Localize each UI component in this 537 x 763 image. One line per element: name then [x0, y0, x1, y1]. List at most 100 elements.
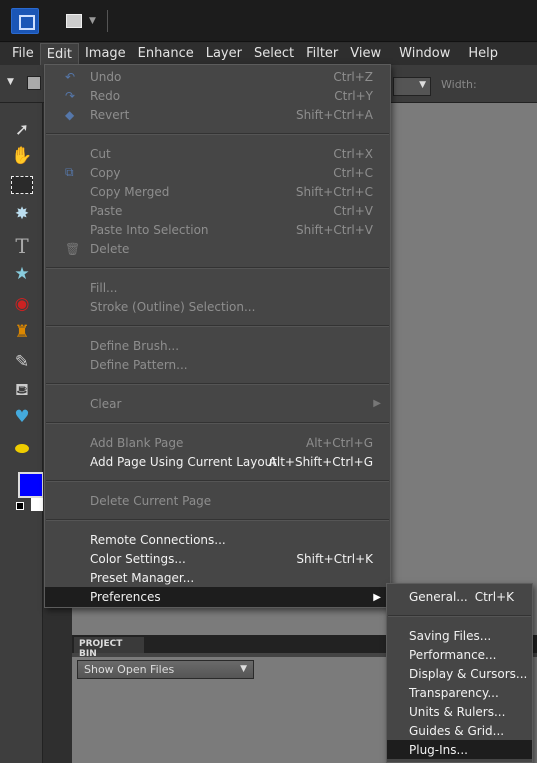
menu-image[interactable]: Image [79, 43, 132, 65]
label: Cut [90, 146, 111, 161]
label: Saving Files... [409, 628, 492, 643]
menu-window[interactable]: Window [393, 43, 456, 65]
menu-item-copy-merged[interactable]: Copy Merged Shift+Ctrl+C [45, 182, 390, 201]
shortcut: Shift+Ctrl+C [295, 184, 373, 199]
label: Add Blank Page [90, 435, 184, 450]
label: Paste [90, 203, 123, 218]
menu-bar: File Edit Image Enhance Layer Select Fil… [0, 43, 537, 65]
shortcut: Alt+Shift+Ctrl+G [268, 454, 373, 469]
menu-item-preferences[interactable]: Preferences ▶ [45, 587, 390, 607]
label: Color Settings... [90, 551, 186, 566]
heart-shape-icon[interactable]: ♥ [10, 406, 34, 428]
undo-icon: ↶ [65, 69, 76, 84]
menu-item-clear[interactable]: Clear ▶ [45, 394, 390, 413]
shortcut: Shift+Ctrl+K [296, 551, 373, 566]
mode-dropdown[interactable]: ▼ [393, 77, 431, 96]
menu-item-copy[interactable]: ⧉ Copy Ctrl+C [45, 163, 390, 182]
label: Preferences [90, 590, 161, 604]
menu-item-cut[interactable]: Cut Ctrl+X [45, 144, 390, 163]
menu-item-display-cursors[interactable]: Display & Cursors... [387, 664, 532, 683]
label: Fill... [90, 280, 118, 295]
menu-item-define-pattern[interactable]: Define Pattern... [45, 355, 390, 374]
menu-separator [45, 258, 390, 278]
revert-icon: ◆ [65, 107, 75, 122]
menu-item-remote-connections[interactable]: Remote Connections... [45, 530, 390, 549]
foreground-color-swatch[interactable] [18, 472, 44, 498]
menu-item-revert[interactable]: ◆ Revert Shift+Ctrl+A [45, 105, 390, 124]
menu-item-paste-into[interactable]: Paste Into Selection Shift+Ctrl+V [45, 220, 390, 239]
menu-item-define-brush[interactable]: Define Brush... [45, 336, 390, 355]
hand-tool-icon[interactable]: ✋ [10, 145, 34, 167]
chevron-down-icon[interactable]: ▼ [89, 16, 96, 26]
menu-item-plug-ins[interactable]: Plug-Ins... [387, 740, 532, 759]
preferences-submenu: General... Ctrl+K Saving Files... Perform… [386, 583, 533, 763]
brush-tool-icon[interactable]: ✎ [10, 351, 34, 373]
project-bin-tab[interactable]: PROJECT BIN [74, 637, 144, 659]
menu-item-saving-files[interactable]: Saving Files... [387, 626, 532, 645]
menu-item-fill[interactable]: Fill... [45, 278, 390, 297]
label: Preset Manager... [90, 570, 195, 585]
menu-enhance[interactable]: Enhance [132, 43, 200, 65]
shortcut: Ctrl+C [333, 165, 373, 180]
marquee-tool-icon[interactable] [11, 176, 33, 194]
eraser-tool-icon[interactable]: ⬬ [10, 438, 34, 460]
default-colors-icon[interactable] [16, 502, 24, 510]
menu-item-transparency[interactable]: Transparency... [387, 683, 532, 702]
shortcut: Ctrl+K [474, 589, 514, 604]
type-tool-icon[interactable]: T [10, 235, 34, 257]
shape-tool-icon[interactable]: ★ [10, 263, 34, 285]
label: Delete [90, 241, 130, 256]
label: Stroke (Outline) Selection... [90, 299, 256, 314]
menu-item-paste[interactable]: Paste Ctrl+V [45, 201, 390, 220]
label: Revert [90, 107, 130, 122]
label: Undo [90, 69, 122, 84]
paint-bucket-icon[interactable]: ⛾ [10, 379, 34, 401]
menu-item-stroke[interactable]: Stroke (Outline) Selection... [45, 297, 390, 316]
menu-item-performance[interactable]: Performance... [387, 645, 532, 664]
shortcut: Ctrl+Z [333, 69, 373, 84]
foreground-color [20, 474, 42, 496]
menu-help[interactable]: Help [462, 43, 504, 65]
menu-item-add-page-layout[interactable]: Add Page Using Current Layout Alt+Shift+C… [45, 452, 390, 471]
menu-item-units-rulers[interactable]: Units & Rulers... [387, 702, 532, 721]
menu-item-color-settings[interactable]: Color Settings... Shift+Ctrl+K [45, 549, 390, 568]
menu-file[interactable]: File [6, 43, 40, 65]
menu-item-undo[interactable]: ↶ Undo Ctrl+Z [45, 67, 390, 86]
menu-select[interactable]: Select [248, 43, 300, 65]
divider [107, 10, 108, 32]
menu-item-redo[interactable]: ↷ Redo Ctrl+Y [45, 86, 390, 105]
menu-item-add-blank-page[interactable]: Add Blank Page Alt+Ctrl+G [45, 433, 390, 452]
label: Redo [90, 88, 121, 103]
label: Copy Merged [90, 184, 170, 199]
label: Display & Cursors... [409, 666, 528, 681]
label: Remote Connections... [90, 532, 226, 547]
selection-mode-icon[interactable] [27, 76, 41, 90]
menu-item-delete-page[interactable]: Delete Current Page [45, 491, 390, 510]
menu-filter[interactable]: Filter [300, 43, 344, 65]
width-label: Width: [441, 78, 477, 91]
shortcut: Alt+Ctrl+G [305, 435, 373, 450]
menu-item-guides-grid[interactable]: Guides & Grid... [387, 721, 532, 740]
tool-preset-arrow-icon[interactable]: ▼ [7, 77, 14, 87]
show-files-dropdown[interactable]: Show Open Files ▼ [77, 660, 254, 679]
label: Define Pattern... [90, 357, 188, 372]
menu-edit[interactable]: Edit [39, 43, 79, 65]
menu-separator [45, 471, 390, 491]
menu-view[interactable]: View [344, 43, 387, 65]
layout-icon[interactable] [66, 14, 82, 28]
stamp-tool-icon[interactable]: ♜ [10, 321, 34, 343]
app-logo-icon[interactable] [11, 8, 39, 34]
menu-item-preset-manager[interactable]: Preset Manager... [45, 568, 390, 587]
magic-wand-icon[interactable]: ✸ [10, 203, 34, 225]
label: Transparency... [409, 685, 499, 700]
red-eye-tool-icon[interactable]: ◉ [10, 293, 34, 315]
menu-separator [45, 510, 390, 530]
menu-separator [45, 124, 390, 144]
label: Guides & Grid... [409, 723, 505, 738]
move-tool-icon[interactable]: ➚ [10, 119, 34, 141]
shortcut: Shift+Ctrl+V [296, 222, 373, 237]
menu-item-delete[interactable]: 🗑 Delete [45, 239, 390, 258]
menu-layer[interactable]: Layer [200, 43, 248, 65]
label: Plug-Ins... [409, 742, 468, 757]
menu-item-general[interactable]: General... Ctrl+K [387, 587, 532, 606]
